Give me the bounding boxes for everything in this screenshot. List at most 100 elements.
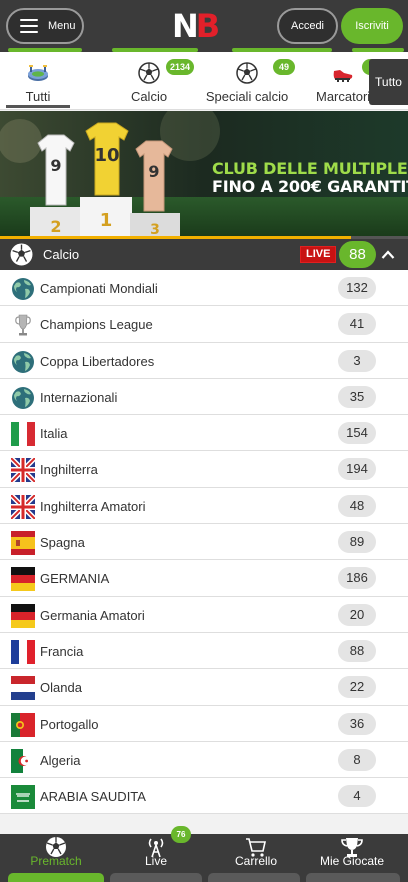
netherlands-flag-icon [11, 676, 35, 701]
section-title: Calcio [43, 247, 80, 262]
nb-logo[interactable]: NB [172, 9, 220, 43]
competition-row[interactable]: Internazionali 35 [0, 378, 408, 416]
app-root: Menu NB Accedi Iscriviti Tutti 2134 Calc… [0, 0, 408, 882]
competition-row[interactable]: Coppa Libertadores 3 [0, 342, 408, 379]
menu-label: Menu [48, 20, 76, 32]
event-count-badge: 3 [338, 349, 376, 372]
competition-row[interactable]: Germania Amatori 20 [0, 596, 408, 633]
svg-text:2: 2 [50, 217, 61, 236]
competition-name: Germania Amatori [40, 607, 145, 623]
globe-icon [11, 277, 35, 301]
event-count-badge: 8 [338, 748, 376, 771]
login-button[interactable]: Accedi [277, 8, 338, 44]
competition-row[interactable]: Champions League 41 [0, 306, 408, 343]
hamburger-icon [20, 19, 38, 33]
event-count-badge: 20 [338, 603, 376, 626]
tutto-button[interactable]: Tutto [369, 59, 408, 105]
tab-tutti[interactable]: Tutti [8, 52, 68, 110]
tab-calcio[interactable]: 2134 Calcio [114, 52, 195, 110]
germany-flag-icon [11, 603, 35, 628]
competition-row[interactable]: GERMANIA 186 [0, 560, 408, 597]
competition-row[interactable]: Campionati Mondiali 132 [0, 270, 408, 307]
banner-subheadline: FINO A 200€ GARANTITI [212, 177, 408, 196]
menu-button[interactable]: Menu [6, 8, 84, 44]
competition-row[interactable]: Italia 154 [0, 415, 408, 452]
portugal-flag-icon [11, 712, 35, 737]
competition-name: Inghilterra Amatori [40, 498, 146, 514]
event-count-badge: 41 [338, 313, 376, 336]
competition-row[interactable]: Inghilterra 194 [0, 451, 408, 488]
svg-text:1: 1 [100, 210, 113, 231]
event-count-badge: 36 [338, 712, 376, 735]
competition-name: Portogallo [40, 716, 99, 732]
tab-speciali-calcio[interactable]: 49 Speciali calcio [200, 52, 295, 110]
competition-row[interactable]: Algeria 8 [0, 741, 408, 779]
tab-label: Marcatori [316, 89, 371, 104]
soccer-ball-icon [138, 62, 160, 84]
event-count-badge: 22 [338, 676, 376, 699]
algeria-flag-icon [11, 748, 35, 773]
competition-name: ARABIA SAUDITA [40, 789, 146, 805]
tab-label: Speciali calcio [205, 89, 289, 104]
competition-row[interactable]: ARABIA SAUDITA 4 [0, 778, 408, 815]
tab-count-badge: 2134 [166, 59, 195, 75]
competition-name: GERMANIA [40, 571, 110, 587]
calcio-section-header[interactable]: Calcio LIVE 88 [0, 239, 408, 270]
competition-name: Coppa Libertadores [40, 353, 155, 369]
tab-count-badge: 49 [273, 59, 295, 75]
competition-row[interactable]: Olanda 22 [0, 669, 408, 706]
trophy-icon [11, 313, 35, 337]
live-badge[interactable]: LIVE [300, 246, 337, 263]
competition-name: Internazionali [40, 389, 118, 405]
germany-flag-icon [11, 567, 35, 592]
italy-flag-icon [11, 422, 35, 447]
globe-icon [11, 386, 35, 410]
saudi-arabia-flag-icon [11, 785, 35, 810]
signup-button[interactable]: Iscriviti [341, 8, 403, 44]
event-count-badge: 48 [338, 494, 376, 517]
banner-headline: CLUB DELLE MULTIPLE [212, 159, 408, 178]
competition-row[interactable]: Portogallo 36 [0, 705, 408, 742]
sport-tabs: Tutti 2134 Calcio 49 Speciali calcio Mar… [0, 52, 408, 110]
event-count-badge: 132 [338, 277, 376, 299]
soccer-ball-icon [236, 62, 258, 84]
nav-tab-indicator [208, 873, 300, 882]
competition-list: Campionati Mondiali 132 Champions League 41… [0, 270, 408, 815]
uk-flag-icon [9, 493, 37, 521]
competition-name: Champions League [40, 317, 153, 333]
spain-flag-icon [11, 531, 35, 556]
competition-row[interactable]: Spagna 89 [0, 524, 408, 561]
event-count-badge: 35 [338, 385, 376, 408]
competition-row[interactable]: Francia 88 [0, 632, 408, 670]
competition-name: Algeria [40, 752, 81, 768]
competition-row[interactable]: Inghilterra Amatori 48 [0, 487, 408, 525]
competition-name: Olanda [40, 680, 82, 696]
nav-label: Carrello [234, 854, 277, 868]
event-count-badge: 89 [338, 531, 376, 554]
nav-tab-indicator-active [8, 873, 104, 882]
svg-text:9: 9 [148, 162, 159, 181]
stadium-icon [28, 65, 48, 81]
event-count-badge: 4 [338, 785, 376, 808]
svg-text:3: 3 [150, 222, 160, 237]
live-count-badge: 76 [171, 826, 191, 843]
event-count-badge: 154 [338, 422, 376, 445]
nav-tab-indicator [306, 873, 400, 882]
event-count-badge: 194 [338, 458, 376, 481]
nav-label: Mie Giocate [319, 854, 385, 868]
top-header: Menu NB Accedi Iscriviti [0, 0, 408, 52]
active-tab-indicator [6, 105, 70, 108]
tab-marcatori[interactable]: 8 Marcatori [312, 52, 374, 110]
soccer-ball-icon [10, 243, 33, 266]
tab-label: Calcio [130, 89, 168, 104]
uk-flag-icon [9, 456, 37, 485]
svg-text:10: 10 [94, 145, 119, 166]
france-flag-icon [11, 639, 35, 664]
tab-label: Tutti [25, 89, 51, 104]
nav-tab-indicator [110, 873, 202, 882]
section-count-badge: 88 [339, 241, 376, 268]
nav-label: Prematch [30, 854, 82, 868]
chevron-up-icon[interactable] [381, 248, 395, 262]
football-boot-icon [333, 70, 353, 82]
competition-name: Spagna [40, 535, 85, 551]
